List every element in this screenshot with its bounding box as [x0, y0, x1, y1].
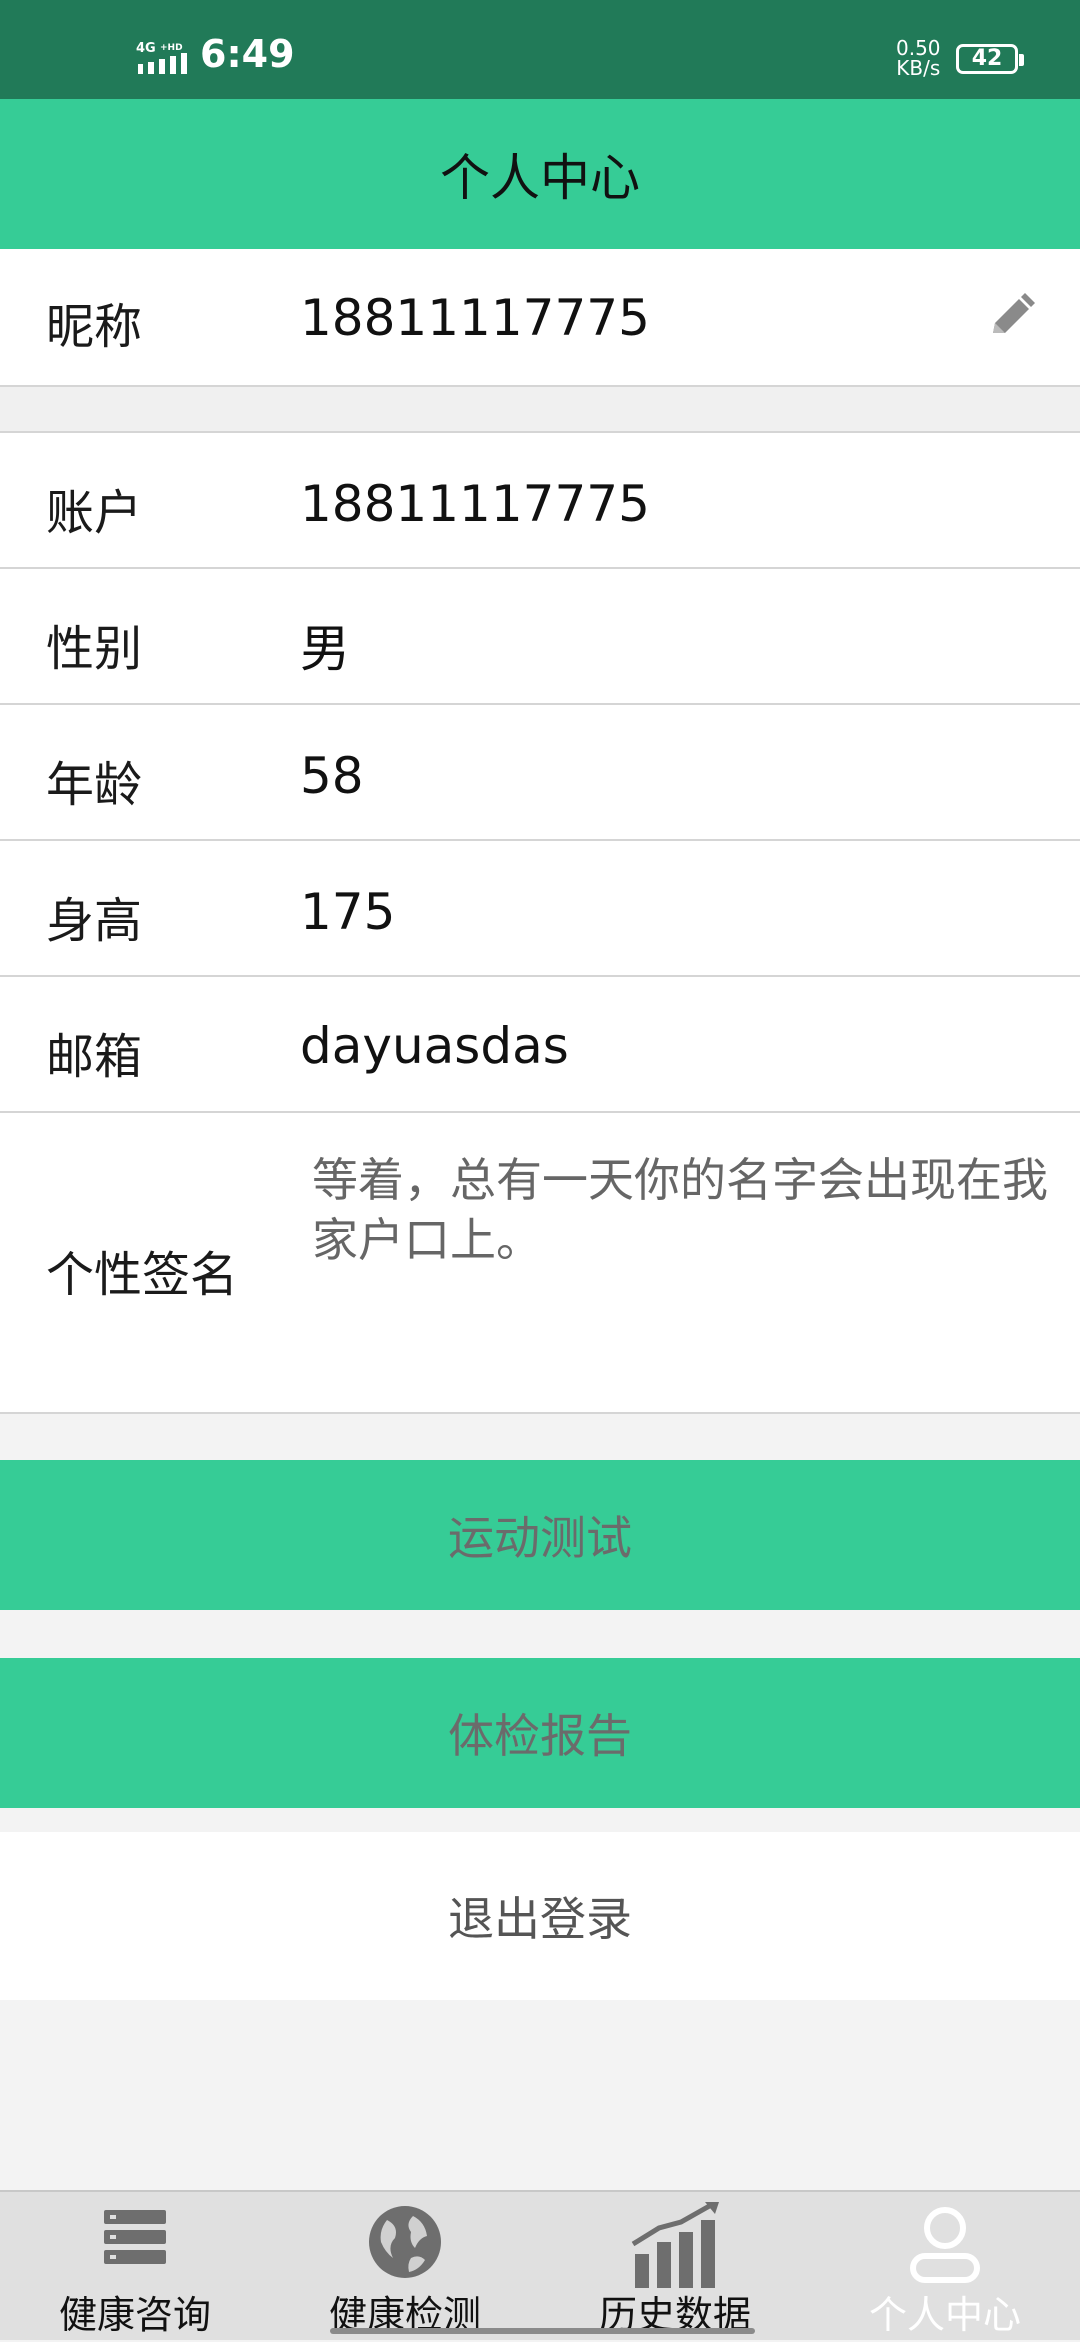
gender-value: 男	[300, 620, 350, 678]
logout-button[interactable]: 退出登录	[0, 1832, 1080, 2000]
nav-item-history-data[interactable]: 历史数据	[540, 2192, 810, 2342]
network-speed-value: 0.50	[896, 36, 941, 60]
email-row[interactable]: 邮箱 dayuasdas	[0, 977, 1080, 1113]
nickname-value: 18811117775	[300, 289, 650, 347]
network-speed: 0.50 KB/s	[896, 38, 941, 78]
bottom-nav: 健康咨询 健康检测 历史数据 个人中心	[0, 2190, 1080, 2340]
pencil-icon[interactable]	[985, 293, 1037, 345]
globe-icon	[369, 2206, 441, 2278]
email-label: 邮箱	[46, 1029, 143, 1085]
list-icon	[104, 2210, 166, 2264]
signal-icon: 4G +HD	[136, 41, 187, 74]
nickname-label: 昵称	[46, 299, 143, 355]
nav-item-profile[interactable]: 个人中心	[810, 2192, 1080, 2342]
network-speed-unit: KB/s	[896, 56, 941, 80]
nav-item-health-check[interactable]: 健康检测	[270, 2192, 540, 2342]
age-value: 58	[300, 747, 364, 805]
signature-label: 个性签名	[46, 1247, 239, 1303]
nickname-row[interactable]: 昵称 18811117775	[0, 249, 1080, 387]
account-label: 账户	[46, 485, 143, 541]
exercise-test-button[interactable]: 运动测试	[0, 1460, 1080, 1610]
svg-text:4G: 4G	[136, 41, 156, 56]
user-icon	[910, 2207, 980, 2283]
svg-text:+HD: +HD	[160, 43, 183, 53]
height-label: 身高	[46, 893, 143, 949]
signature-value[interactable]: 等着，总有一天你的名字会出现在我家户口上。	[312, 1150, 1052, 1270]
height-value: 175	[300, 883, 396, 941]
page-title: 个人中心	[440, 149, 640, 207]
email-value: dayuasdas	[300, 1017, 569, 1075]
account-row: 账户 18811117775	[0, 433, 1080, 569]
nav-label-health-consult: 健康咨询	[58, 2293, 211, 2337]
age-label: 年龄	[46, 757, 143, 813]
account-value: 18811117775	[300, 475, 650, 533]
checkup-report-label: 体检报告	[448, 1709, 632, 1763]
gender-row[interactable]: 性别 男	[0, 569, 1080, 705]
nav-item-health-consult[interactable]: 健康咨询	[0, 2192, 270, 2342]
section-divider	[0, 387, 1080, 433]
logout-label: 退出登录	[448, 1892, 632, 1946]
height-row[interactable]: 身高 175	[0, 841, 1080, 977]
battery-indicator: 42	[956, 44, 1024, 74]
gender-label: 性别	[46, 621, 143, 677]
exercise-test-label: 运动测试	[448, 1511, 632, 1565]
status-bar: 4G +HD 6:49 0.50 KB/s 42	[0, 0, 1080, 99]
bar-chart-icon	[631, 2202, 719, 2288]
home-indicator[interactable]	[330, 2328, 755, 2334]
age-row[interactable]: 年龄 58	[0, 705, 1080, 841]
status-time: 6:49	[200, 32, 295, 76]
page-title-bar: 个人中心	[0, 99, 1080, 249]
nav-label-profile: 个人中心	[868, 2293, 1021, 2337]
checkup-report-button[interactable]: 体检报告	[0, 1658, 1080, 1808]
